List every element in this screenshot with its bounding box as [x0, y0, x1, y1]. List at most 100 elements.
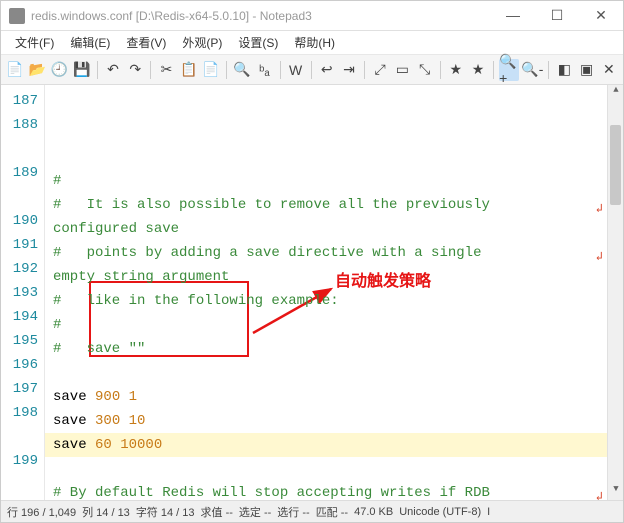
token: 900 1	[95, 389, 137, 405]
wrap-icon[interactable]: ↩	[317, 59, 337, 81]
line-number: 193	[1, 281, 44, 305]
line-number: 190	[1, 209, 44, 233]
menu-view[interactable]: 查看(V)	[118, 32, 174, 53]
favadd-icon[interactable]: ★	[468, 59, 488, 81]
save-icon[interactable]: 💾	[72, 59, 92, 81]
toolbar-separator	[364, 61, 365, 79]
zoomminus-icon[interactable]: 🔍-	[521, 59, 543, 81]
replace-icon[interactable]: ᵇₐ	[254, 59, 274, 81]
status-lines-sel: 选行 --	[277, 504, 309, 520]
scrollbar-thumb[interactable]	[610, 125, 621, 205]
menu-file[interactable]: 文件(F)	[7, 32, 62, 53]
token: #	[53, 173, 61, 189]
token: # points by adding a save directive with…	[53, 245, 481, 261]
menu-edit[interactable]: 编辑(E)	[62, 32, 118, 53]
line-number	[1, 137, 44, 161]
titlebar: redis.windows.conf [D:\Redis-x64-5.0.10]…	[1, 1, 623, 31]
copy-icon[interactable]: 📋	[179, 59, 199, 81]
token: save	[53, 389, 95, 405]
zoomfit-icon[interactable]: ▭	[392, 59, 412, 81]
exit-icon[interactable]: ✕	[599, 59, 619, 81]
code-line[interactable]: ↲# By default Redis will stop accepting …	[45, 481, 607, 500]
status-col: 列 14 / 13	[82, 504, 130, 520]
minimize-button[interactable]: ―	[499, 7, 527, 24]
token: # By default Redis will stop accepting w…	[53, 485, 490, 500]
line-number-gutter: 1871881891901911921931941951961971981992…	[1, 85, 45, 500]
find-icon[interactable]: 🔍	[232, 59, 252, 81]
close-button[interactable]: ✕	[587, 7, 615, 24]
token: # like in the following example:	[53, 293, 339, 309]
token: #	[53, 317, 61, 333]
line-number: 187	[1, 89, 44, 113]
line-number: 194	[1, 305, 44, 329]
history-icon[interactable]: 🕘	[50, 59, 70, 81]
code-line[interactable]: ↲# It is also possible to remove all the…	[45, 193, 607, 217]
indent-icon[interactable]: ⇥	[339, 59, 359, 81]
cut-icon[interactable]: ✂	[156, 59, 176, 81]
toolbar-separator	[493, 61, 494, 79]
toolbar-separator	[280, 61, 281, 79]
paste-icon[interactable]: 📄	[201, 59, 221, 81]
status-line: 行 196 / 1,049	[7, 504, 76, 520]
scroll-down-icon[interactable]: ▼	[608, 484, 623, 500]
line-number: 195	[1, 329, 44, 353]
menu-settings[interactable]: 设置(S)	[230, 32, 286, 53]
line-number: 191	[1, 233, 44, 257]
token: 60 10000	[95, 437, 162, 453]
vertical-scrollbar[interactable]: ▲ ▼	[607, 85, 623, 500]
zoomplus-icon[interactable]: 🔍+	[499, 59, 519, 81]
toolbar-separator	[311, 61, 312, 79]
code-line[interactable]: # like in the following example:	[45, 289, 607, 313]
code-line[interactable]: ↲# points by adding a save directive wit…	[45, 241, 607, 265]
code-line[interactable]: #	[45, 313, 607, 337]
code-line[interactable]: configured save	[45, 217, 607, 241]
code-line[interactable]: save 900 1	[45, 385, 607, 409]
window-controls: ― ☐ ✕	[499, 7, 615, 24]
run-icon[interactable]: ▣	[577, 59, 597, 81]
token: configured save	[53, 221, 179, 237]
code-line[interactable]	[45, 457, 607, 481]
redo-icon[interactable]: ↷	[125, 59, 145, 81]
toolbar-separator	[548, 61, 549, 79]
code-line[interactable]: # save ""	[45, 337, 607, 361]
menubar: 文件(F) 编辑(E) 查看(V) 外观(P) 设置(S) 帮助(H)	[1, 31, 623, 55]
line-number: 198	[1, 401, 44, 425]
code-area[interactable]: 自动触发策略 #↲# It is also possible to remove…	[45, 85, 607, 500]
new-icon[interactable]: 📄	[5, 59, 25, 81]
code-line[interactable]	[45, 361, 607, 385]
app-icon	[9, 8, 25, 24]
scheme-icon[interactable]: ◧	[554, 59, 574, 81]
line-number	[1, 425, 44, 449]
line-number: 192	[1, 257, 44, 281]
word-icon[interactable]: W	[285, 59, 305, 81]
code-line[interactable]: save 60 10000	[45, 433, 607, 457]
scroll-up-icon[interactable]: ▲	[608, 85, 623, 101]
code-line[interactable]: save 300 10	[45, 409, 607, 433]
menu-help[interactable]: 帮助(H)	[286, 32, 343, 53]
code-line[interactable]: #	[45, 169, 607, 193]
status-match: 匹配 --	[316, 504, 348, 520]
status-chars: 字符 14 / 13	[136, 504, 195, 520]
statusbar: 行 196 / 1,049 列 14 / 13 字符 14 / 13 求值 --…	[1, 500, 623, 522]
zoomin-icon[interactable]: ⤡	[415, 59, 435, 81]
zoomout-icon[interactable]: ⤢	[370, 59, 390, 81]
window-title: redis.windows.conf [D:\Redis-x64-5.0.10]…	[31, 9, 499, 23]
status-insert-mode: I	[487, 506, 490, 518]
line-number: 189	[1, 161, 44, 185]
line-number: 188	[1, 113, 44, 137]
menu-appearance[interactable]: 外观(P)	[174, 32, 230, 53]
open-icon[interactable]: 📂	[27, 59, 47, 81]
toolbar-separator	[226, 61, 227, 79]
maximize-button[interactable]: ☐	[543, 7, 571, 24]
line-number	[1, 185, 44, 209]
undo-icon[interactable]: ↶	[103, 59, 123, 81]
token: save	[53, 437, 95, 453]
token: save	[53, 413, 95, 429]
line-number: 197	[1, 377, 44, 401]
line-number: 200	[1, 497, 44, 500]
toolbar: 📄📂🕘💾↶↷✂📋📄🔍ᵇₐW↩⇥⤢▭⤡★★🔍+🔍-◧▣✕	[1, 55, 623, 85]
fav-icon[interactable]: ★	[446, 59, 466, 81]
toolbar-separator	[150, 61, 151, 79]
status-sel: 选定 --	[239, 504, 271, 520]
code-line[interactable]: empty string argument	[45, 265, 607, 289]
